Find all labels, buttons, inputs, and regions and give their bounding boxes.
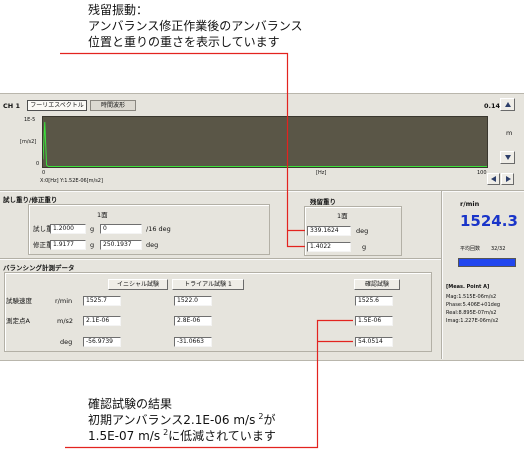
callout-bottom-line: 1.5E-07 m/s 2に低減されています [88, 428, 276, 444]
confirmation-phase-field: 54.0514 [355, 337, 393, 347]
residual-angle-field: 339.1624 [307, 226, 351, 236]
correction-weight-mass-unit: g [90, 241, 95, 249]
triangle-up-icon [505, 102, 511, 107]
y-axis-label: [m/s2] [20, 139, 37, 145]
scale-down-button[interactable] [500, 151, 515, 164]
average-progress-fill [459, 259, 515, 266]
average-progress-bar [458, 258, 516, 267]
callout-text: が [263, 413, 276, 427]
weights-plane-label: 1面 [97, 211, 108, 219]
initial-test-column-button[interactable]: イニシャル試験 [108, 279, 168, 290]
y-tick-label-top: 1E-5 [24, 117, 36, 123]
callout-top-line: 位置と重りの重さを表示しています [88, 35, 280, 49]
trial-speed-field: 1522.0 [174, 296, 212, 306]
section-divider [0, 190, 524, 191]
measurement-point-label: 測定点A [6, 317, 30, 325]
initial-amplitude-field: 2.1E-06 [83, 316, 121, 326]
trial-weight-angle-field[interactable]: 0 [100, 224, 142, 234]
residual-heading: 残留重り [310, 198, 336, 206]
trial-amplitude-field: 2.8E-06 [174, 316, 212, 326]
test-speed-unit: r/min [55, 297, 73, 305]
next-button[interactable] [501, 173, 514, 185]
tab-time-waveform[interactable]: 時間波形 [90, 100, 136, 111]
initial-speed-field: 1525.7 [83, 296, 121, 306]
confirmation-test-column-button[interactable]: 確認試験 [354, 279, 400, 290]
x-axis-label: [Hz] [316, 170, 327, 176]
trial-test-1-column-button[interactable]: トライアル試験 1 [172, 279, 244, 290]
test-speed-label: 試験速度 [6, 297, 32, 305]
correction-weight-mass-field: 1.9177 [50, 240, 86, 250]
amplitude-unit: m/s2 [57, 317, 74, 325]
callout-text: 初期アンバランス2.1E-06 m/s [88, 413, 256, 427]
column-divider [441, 191, 442, 359]
point-info-title: [Meas. Point A] [446, 284, 490, 290]
initial-phase-field: -56.9739 [83, 337, 121, 347]
balancing-app-window: CH 1 フーリエスペクトル 時間波形 0.141 V 1E-5 [m/s2] … [0, 93, 524, 361]
point-info-magnitude: Mag:1.515E-06m/s2 [446, 294, 497, 300]
callout-bottom-line: 確認試験の結果 [88, 397, 173, 411]
x-tick-label-start: 0 [42, 170, 46, 176]
point-info-real: Real:8.895E-07m/s2 [446, 310, 497, 316]
callout-bottom: 確認試験の結果 初期アンバランス2.1E-06 m/s 2が 1.5E-07 m/… [88, 396, 276, 444]
confirmation-speed-field: 1525.6 [355, 296, 393, 306]
scale-label: m [506, 129, 513, 137]
correction-weight-angle-field: 250.1937 [100, 240, 142, 250]
average-count-value: 32/32 [491, 246, 506, 252]
residual-mass-unit: g [362, 243, 367, 251]
speed-unit-label: r/min [460, 200, 480, 208]
measurement-heading: バランシング計測データ [3, 264, 75, 272]
callout-top-line: 残留振動： [88, 3, 149, 17]
tab-label: フーリエスペクトル [30, 102, 84, 109]
spectrum-plot[interactable] [42, 116, 488, 168]
spectrum-trace-0 [43, 121, 487, 167]
weights-heading: 試し重り/修正重り [3, 196, 58, 204]
spectrum-svg [43, 121, 487, 167]
trial-weight-mass-field[interactable]: 1.2000 [50, 224, 86, 234]
residual-angle-unit: deg [356, 227, 369, 235]
previous-button[interactable] [487, 173, 500, 185]
trial-weight-angle-unit: /16 deg [146, 225, 171, 233]
average-count-label: 平均回数 [460, 246, 481, 252]
trial-phase-field: -31.0663 [174, 337, 212, 347]
callout-text: 1.5E-07 m/s [88, 429, 161, 443]
callout-bottom-line: 初期アンバランス2.1E-06 m/s 2が [88, 412, 276, 428]
triangle-down-icon [505, 155, 511, 160]
tab-label: 時間波形 [100, 102, 125, 109]
speed-value: 1524.3 [460, 212, 518, 230]
correction-weight-angle-unit: deg [146, 241, 159, 249]
tab-fourier-spectrum[interactable]: フーリエスペクトル [27, 100, 87, 111]
confirmation-amplitude-field: 1.5E-06 [355, 316, 393, 326]
callout-text: に低減されています [168, 429, 276, 443]
callout-top-line: アンバランス修正作業後のアンバランス [88, 19, 303, 33]
scale-up-button[interactable] [500, 98, 515, 111]
residual-mass-field: 1.4022 [307, 242, 351, 252]
phase-unit: deg [60, 338, 73, 346]
y-tick-label-bottom: 0 [36, 161, 40, 167]
point-info-phase: Phase:5.406E+01deg [446, 302, 501, 308]
section-divider [0, 258, 441, 259]
channel-label: CH 1 [3, 102, 20, 110]
triangle-left-icon [491, 176, 496, 182]
trial-weight-mass-unit: g [90, 225, 95, 233]
point-info-imag: Imag:1.227E-06m/s2 [446, 318, 499, 324]
residual-plane-label: 1面 [337, 212, 348, 220]
x-tick-label-end: 100 [477, 170, 487, 176]
triangle-right-icon [506, 176, 511, 182]
callout-top: 残留振動： アンバランス修正作業後のアンバランス 位置と重りの重さを表示していま… [88, 2, 303, 50]
cursor-readout: X:0[Hz] Y:1.52E-06[m/s2] [40, 178, 103, 184]
